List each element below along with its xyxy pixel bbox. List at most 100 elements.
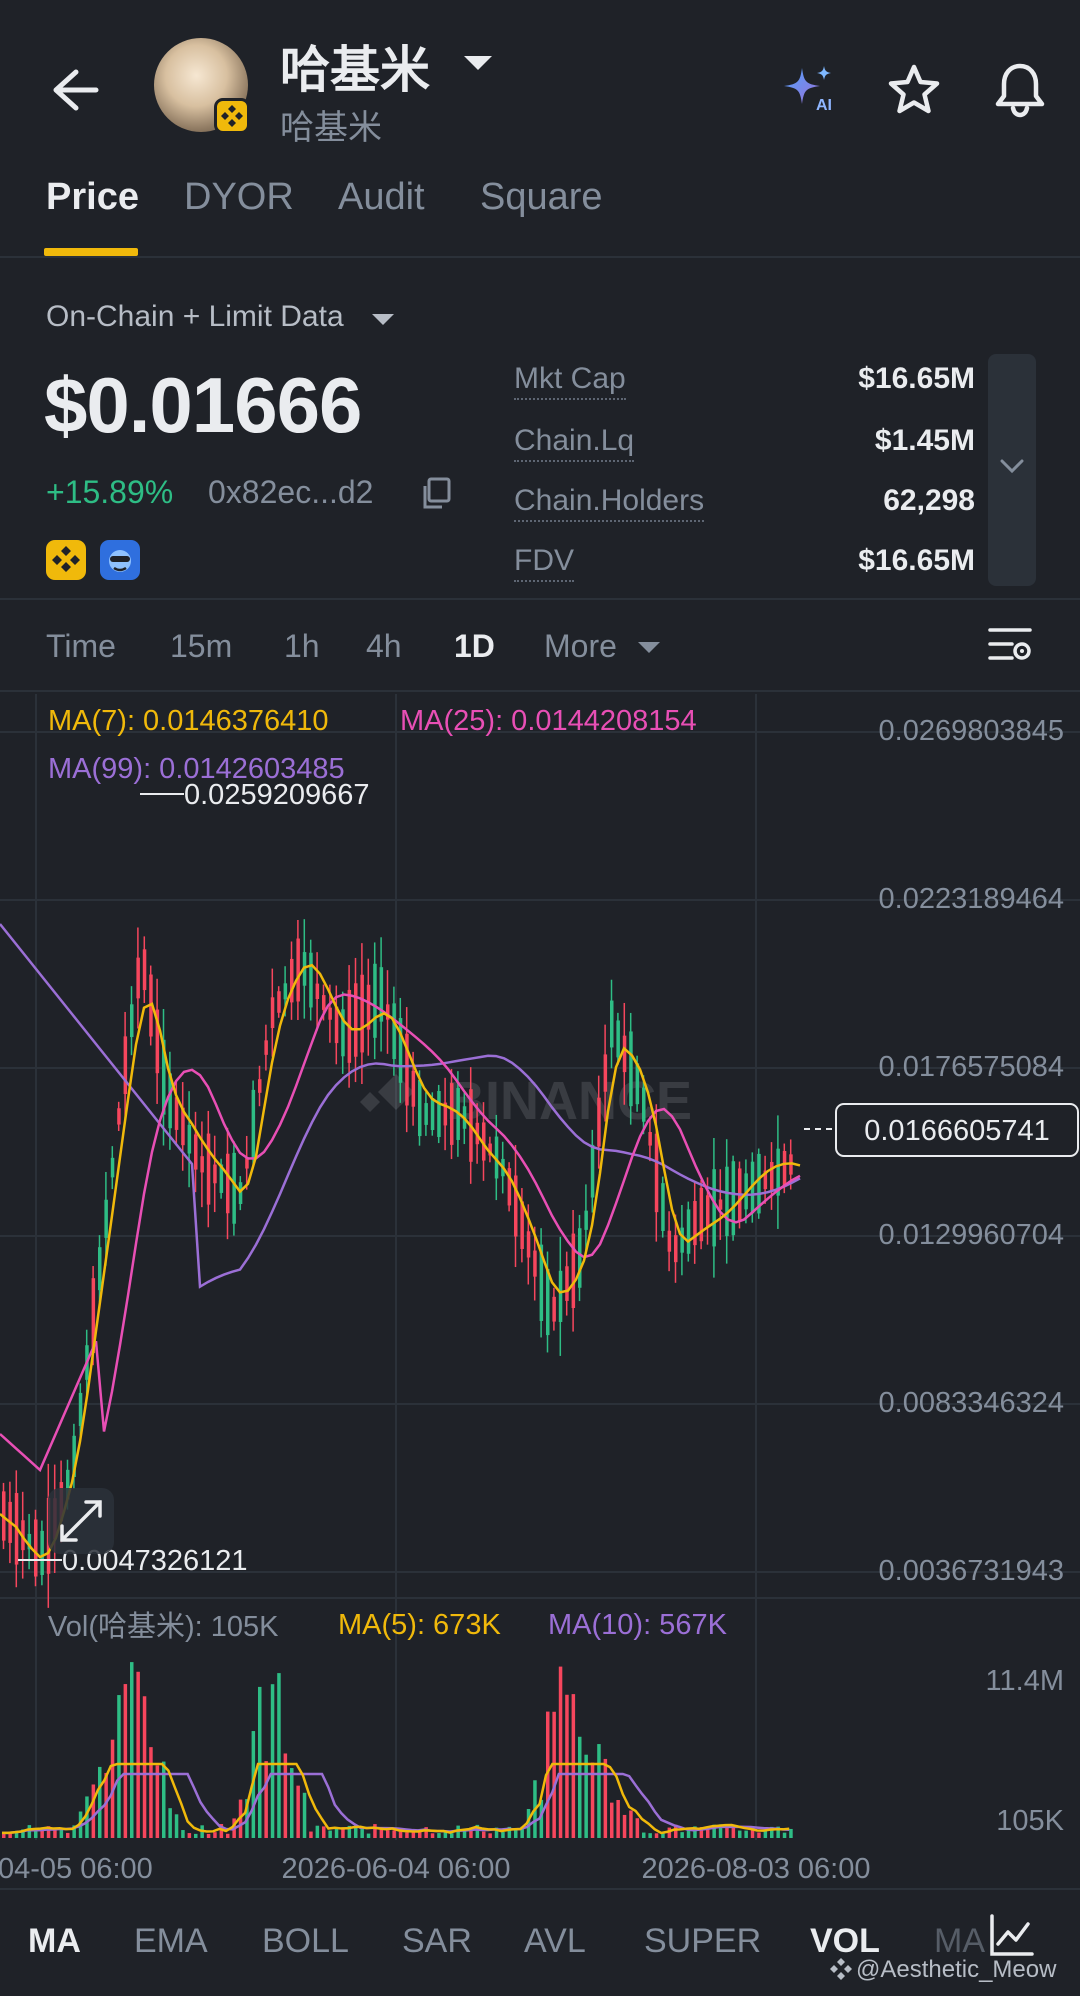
footer-watermark: @Aesthetic_Meow: [856, 1956, 1057, 1983]
candle-body: [98, 1247, 102, 1291]
indicator-boll[interactable]: BOLL: [262, 1922, 349, 1961]
svg-text:AI: AI: [816, 97, 832, 114]
title-dropdown-caret-icon[interactable]: [464, 56, 492, 70]
candle-body: [648, 1132, 652, 1146]
volume-bar: [482, 1831, 486, 1838]
ma25-legend: MA(25): 0.0144208154: [400, 705, 697, 737]
back-arrow-icon[interactable]: [46, 62, 102, 118]
fullscreen-button[interactable]: [48, 1488, 114, 1554]
indicator-divider: [0, 1888, 1080, 1890]
volume-bar: [309, 1831, 313, 1838]
volume-bar: [130, 1662, 134, 1838]
volume-bar: [386, 1830, 390, 1838]
indicator-ema[interactable]: EMA: [134, 1922, 208, 1961]
stat-label-mkt-cap[interactable]: Mkt Cap: [514, 362, 626, 400]
timeframe-more[interactable]: More: [544, 628, 617, 665]
volume-bar: [290, 1768, 294, 1838]
volume-bar: [405, 1832, 409, 1838]
candle-body: [533, 1250, 537, 1277]
candle-body: [686, 1209, 691, 1254]
candlestick-chart[interactable]: BINANCE MA(7): 0.0146376410 MA(25): 0.01…: [0, 694, 1080, 1880]
candle-body: [610, 1000, 614, 1048]
timeframe-1h[interactable]: 1h: [284, 628, 320, 665]
indicator-super[interactable]: SUPER: [644, 1922, 761, 1961]
candle-body: [782, 1150, 787, 1186]
candle-body: [430, 1097, 435, 1131]
stat-value-chain-holders: 62,298: [883, 484, 975, 517]
volume-bar: [117, 1695, 121, 1838]
vol-ma10-legend: MA(10): 567K: [548, 1609, 728, 1641]
candle-body: [309, 952, 313, 1008]
volume-bar: [270, 1684, 275, 1838]
indicator-avl[interactable]: AVL: [524, 1922, 586, 1961]
tab-price[interactable]: Price: [46, 176, 139, 219]
timeframe-time[interactable]: Time: [46, 628, 116, 665]
volume-bar: [437, 1833, 441, 1838]
volume-bar: [322, 1826, 326, 1838]
line-chart-icon[interactable]: [988, 1912, 1034, 1958]
stat-value-mkt-cap: $16.65M: [858, 362, 975, 395]
candle-body: [418, 1079, 422, 1137]
candle-body: [558, 1270, 563, 1322]
volume-bar: [430, 1833, 435, 1838]
volume-bar: [558, 1666, 563, 1838]
candle-body: [34, 1519, 38, 1577]
chart-settings-icon[interactable]: [986, 622, 1034, 666]
volume-bar: [366, 1833, 371, 1838]
tab-audit[interactable]: Audit: [338, 176, 425, 219]
volume-bar: [501, 1832, 505, 1838]
current-price: $0.01666: [44, 361, 362, 449]
stat-label-chain-holders[interactable]: Chain.Holders: [514, 484, 705, 522]
ma7-legend: MA(7): 0.0146376410: [48, 705, 329, 737]
volume-bar: [277, 1673, 281, 1838]
stat-label-chain-lq[interactable]: Chain.Lq: [514, 424, 635, 462]
timeframe-divider: [0, 690, 1080, 692]
volume-bar: [392, 1830, 396, 1838]
candle-body: [142, 949, 147, 991]
candle-body: [123, 1036, 128, 1095]
volume-bar: [642, 1832, 646, 1838]
candle-body: [616, 1020, 620, 1058]
stat-label-fdv[interactable]: FDV: [514, 544, 574, 582]
volume-bar: [181, 1830, 185, 1838]
candle-body: [373, 963, 377, 1038]
candle-body: [398, 1018, 403, 1083]
candle-body: [674, 1235, 678, 1263]
token-subtitle: 哈基米: [280, 109, 382, 147]
contract-address[interactable]: 0x82ec...d2: [208, 474, 373, 511]
indicator-ma[interactable]: MA: [28, 1922, 81, 1961]
copy-icon[interactable]: [420, 476, 452, 510]
token-title[interactable]: 哈基米: [280, 30, 430, 102]
volume-bar: [379, 1829, 384, 1838]
candle-body: [629, 1031, 633, 1107]
candle-body: [251, 1089, 256, 1159]
volume-bar: [226, 1833, 230, 1838]
candle-body: [130, 1004, 134, 1038]
volume-bar: [686, 1829, 691, 1838]
timeframe-15m[interactable]: 15m: [170, 628, 232, 665]
more-caret-icon[interactable]: [638, 642, 660, 653]
header: 哈基米 哈基米 AI: [0, 0, 1080, 170]
binance-square-logo-icon: [830, 1958, 852, 1980]
data-source-selector[interactable]: On-Chain + Limit Data: [46, 300, 344, 334]
stats-expand-button[interactable]: [988, 354, 1036, 586]
candle-body: [661, 1183, 665, 1231]
volume-bar: [738, 1830, 742, 1838]
ai-sparkle-icon[interactable]: AI: [780, 64, 838, 114]
high-price-label: 0.0259209667: [184, 779, 369, 811]
indicator-sar[interactable]: SAR: [402, 1922, 472, 1961]
tab-square[interactable]: Square: [480, 176, 603, 219]
timeframe-4h[interactable]: 4h: [366, 628, 402, 665]
candle-body: [238, 1182, 243, 1205]
data-source-caret-icon[interactable]: [372, 314, 394, 325]
candle-body: [315, 983, 320, 1000]
volume-bar: [610, 1802, 614, 1838]
timeframe-1d[interactable]: 1D: [454, 628, 495, 665]
candle-body: [680, 1227, 684, 1253]
favorite-star-icon[interactable]: [886, 62, 942, 118]
alert-bell-icon[interactable]: [990, 60, 1050, 120]
candle-body: [206, 1133, 211, 1205]
price-axis-label-1: 0.0269803845: [879, 715, 1064, 747]
tab-dyor[interactable]: DYOR: [184, 176, 294, 219]
candle-body: [78, 1392, 83, 1427]
